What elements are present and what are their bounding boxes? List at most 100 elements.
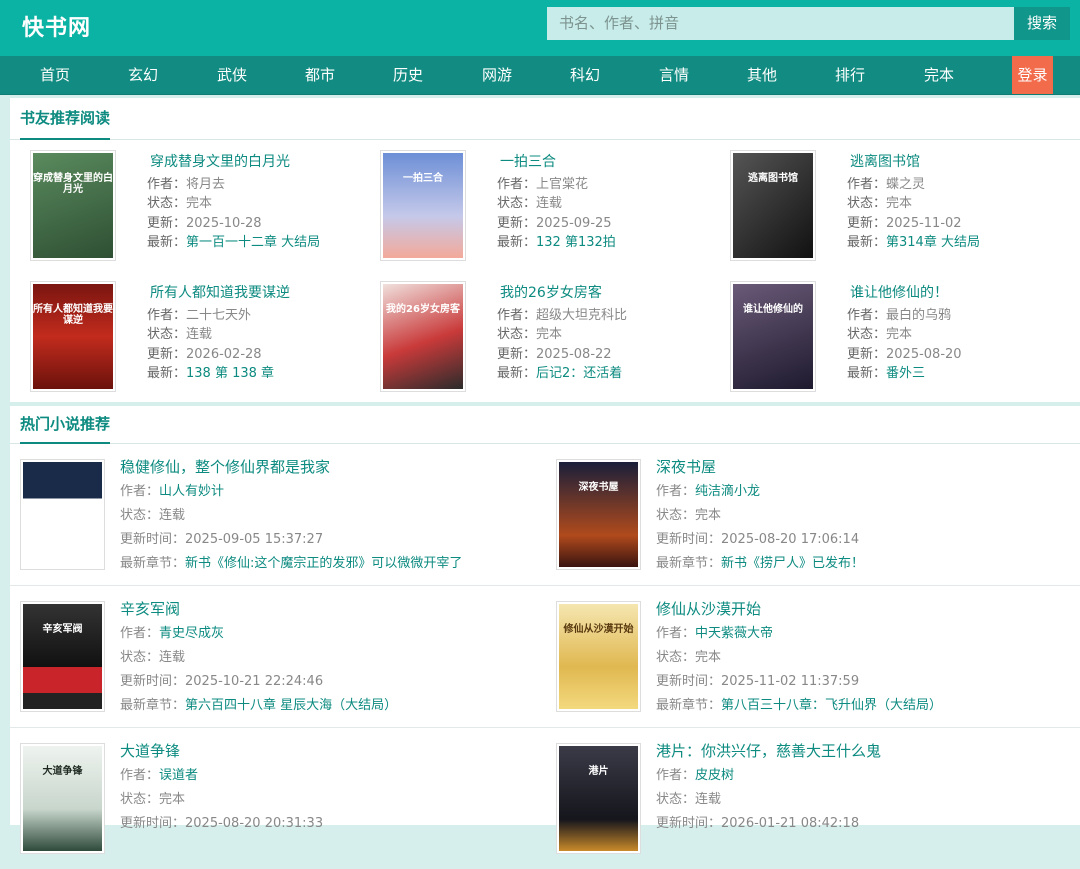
book-updated-line: 更新：2025-10-28 xyxy=(147,212,262,231)
nav-item-kehuan[interactable]: 科幻 xyxy=(555,56,615,94)
cover-image: 深夜书屋 xyxy=(559,462,638,567)
hot-book: 稳健修仙，整个修仙界都是我家 作者：山人有妙计 状态：连载 更新时间：2025-… xyxy=(10,444,545,585)
latest-label: 最新： xyxy=(497,235,537,250)
book-author: 将月去 xyxy=(186,177,226,192)
nav-item-home[interactable]: 首页 xyxy=(25,56,85,94)
book-author-line: 作者：山人有妙计 xyxy=(120,480,224,499)
hot-book: 大道争锋 大道争锋 作者：误道者 状态：完本 更新时间：2025-08-20 2… xyxy=(10,728,545,869)
book-cover[interactable]: 穿成替身文里的白月光 xyxy=(30,150,116,261)
status-label: 状态： xyxy=(497,196,537,211)
book-status-line: 状态：完本 xyxy=(497,323,562,342)
book-title[interactable]: 所有人都知道我要谋逆 xyxy=(150,282,290,302)
hot-panel: 热门小说推荐 稳健修仙，整个修仙界都是我家 作者：山人有妙计 状态：连载 更新时… xyxy=(10,406,1080,854)
book-title[interactable]: 深夜书屋 xyxy=(656,456,716,477)
book-title[interactable]: 港片：你洪兴仔，慈善大王什么鬼 xyxy=(656,740,881,761)
latest-label: 最新： xyxy=(147,366,187,381)
book-status: 连载 xyxy=(695,792,722,807)
status-label: 状态： xyxy=(147,327,187,342)
nav-item-wanben[interactable]: 完本 xyxy=(909,56,969,94)
book-cover[interactable] xyxy=(20,459,105,570)
book-updated: 2025-08-20 17:06:14 xyxy=(721,532,860,547)
nav-item-xuanhuan[interactable]: 玄幻 xyxy=(113,56,173,94)
book-latest-chapter[interactable]: 第六百四十八章 星辰大海（大结局） xyxy=(185,698,397,713)
book-latest-chapter[interactable]: 后记2：还活着 xyxy=(536,366,622,381)
status-label: 状态： xyxy=(656,792,696,807)
book-status-line: 状态：完本 xyxy=(656,646,721,665)
site-logo[interactable]: 快书网 xyxy=(22,10,91,42)
book-latest-chapter[interactable]: 132 第132拍 xyxy=(536,235,616,250)
book-author[interactable]: 青史尽成灰 xyxy=(159,626,224,641)
book-author: 蝶之灵 xyxy=(886,177,926,192)
book-latest-chapter[interactable]: 138 第 138 章 xyxy=(186,366,274,381)
book-title[interactable]: 我的26岁女房客 xyxy=(500,282,602,302)
book-updated: 2025-09-25 xyxy=(536,216,612,231)
book-cover[interactable]: 所有人都知道我要谋逆 xyxy=(30,281,116,392)
book-cover[interactable]: 一拍三合 xyxy=(380,150,466,261)
book-cover[interactable]: 大道争锋 xyxy=(20,743,105,854)
book-author[interactable]: 山人有妙计 xyxy=(159,484,224,499)
book-status: 连载 xyxy=(159,508,186,523)
nav-item-wuxia[interactable]: 武侠 xyxy=(202,56,262,94)
book-status-line: 状态：连载 xyxy=(120,646,185,665)
book-title[interactable]: 修仙从沙漠开始 xyxy=(656,598,761,619)
cover-image: 穿成替身文里的白月光 xyxy=(33,153,113,258)
book-latest-line: 最新章节：第八百三十八章：飞升仙界（大结局） xyxy=(656,694,942,713)
book-author-line: 作者：误道者 xyxy=(120,764,198,783)
updated-label: 更新： xyxy=(847,216,887,231)
book-title[interactable]: 穿成替身文里的白月光 xyxy=(150,151,290,171)
cover-image xyxy=(23,462,102,567)
nav-item-paihang[interactable]: 排行 xyxy=(820,56,880,94)
book-latest-chapter[interactable]: 新书《修仙:这个魔宗正的发邪》可以微微开宰了 xyxy=(185,556,462,571)
book-cover[interactable]: 修仙从沙漠开始 xyxy=(556,601,641,712)
book-latest-chapter[interactable]: 新书《捞尸人》已发布！ xyxy=(721,556,864,571)
book-updated: 2025-08-22 xyxy=(536,347,612,362)
book-cover[interactable]: 逃离图书馆 xyxy=(730,150,816,261)
author-label: 作者： xyxy=(120,768,160,783)
book-cover[interactable]: 谁让他修仙的 xyxy=(730,281,816,392)
latest-chapter-label: 最新章节： xyxy=(120,556,186,571)
book-title[interactable]: 谁让他修仙的！ xyxy=(850,282,948,302)
book-status: 完本 xyxy=(536,327,563,342)
book-title[interactable]: 辛亥军阀 xyxy=(120,598,180,619)
book-updated-line: 更新时间：2026-01-21 08:42:18 xyxy=(656,812,859,831)
cover-text: 港片 xyxy=(588,766,609,777)
book-author[interactable]: 误道者 xyxy=(159,768,198,783)
author-label: 作者： xyxy=(497,177,537,192)
book-latest-chapter[interactable]: 番外三 xyxy=(886,366,925,381)
book-title[interactable]: 大道争锋 xyxy=(120,740,180,761)
nav-item-wangyou[interactable]: 网游 xyxy=(467,56,527,94)
book-status-line: 状态：完本 xyxy=(847,323,912,342)
book-cover[interactable]: 深夜书屋 xyxy=(556,459,641,570)
cover-text: 逃离图书馆 xyxy=(748,173,798,184)
author-label: 作者： xyxy=(120,484,160,499)
book-updated: 2025-08-20 20:31:33 xyxy=(185,816,324,831)
book-cover[interactable]: 辛亥军阀 xyxy=(20,601,105,712)
book-updated-line: 更新：2025-08-22 xyxy=(497,343,612,362)
nav-item-lishi[interactable]: 历史 xyxy=(378,56,438,94)
book-title[interactable]: 一拍三合 xyxy=(500,151,556,171)
book-latest-chapter[interactable]: 第八百三十八章：飞升仙界（大结局） xyxy=(721,698,942,713)
book-cover[interactable]: 我的26岁女房客 xyxy=(380,281,466,392)
book-latest-chapter[interactable]: 第314章 大结局 xyxy=(886,235,980,250)
book-author[interactable]: 皮皮树 xyxy=(695,768,734,783)
login-button[interactable]: 登录 xyxy=(1012,56,1053,94)
update-time-label: 更新时间： xyxy=(120,816,186,831)
book-author-line: 作者：超级大坦克科比 xyxy=(497,304,627,323)
book-cover[interactable]: 港片 xyxy=(556,743,641,854)
book-status-line: 状态：完本 xyxy=(147,192,212,211)
updated-label: 更新： xyxy=(847,347,887,362)
nav-item-yanqing[interactable]: 言情 xyxy=(644,56,704,94)
book-author[interactable]: 中天紫薇大帝 xyxy=(695,626,773,641)
book-author-line: 作者：中天紫薇大帝 xyxy=(656,622,773,641)
search-button[interactable]: 搜索 xyxy=(1014,7,1070,40)
nav-item-dushi[interactable]: 都市 xyxy=(290,56,350,94)
nav-item-qita[interactable]: 其他 xyxy=(732,56,792,94)
recommend-book: 谁让他修仙的 谁让他修仙的！ 作者：最白的乌鸦 状态：完本 更新：2025-08… xyxy=(710,271,1050,392)
book-author[interactable]: 纯洁滴小龙 xyxy=(695,484,760,499)
book-latest-chapter[interactable]: 第一百一十二章 大结局 xyxy=(186,235,320,250)
search-input[interactable] xyxy=(547,7,1014,40)
author-label: 作者： xyxy=(847,308,887,323)
status-label: 状态： xyxy=(497,327,537,342)
book-title[interactable]: 稳健修仙，整个修仙界都是我家 xyxy=(120,456,330,477)
book-title[interactable]: 逃离图书馆 xyxy=(850,151,920,171)
